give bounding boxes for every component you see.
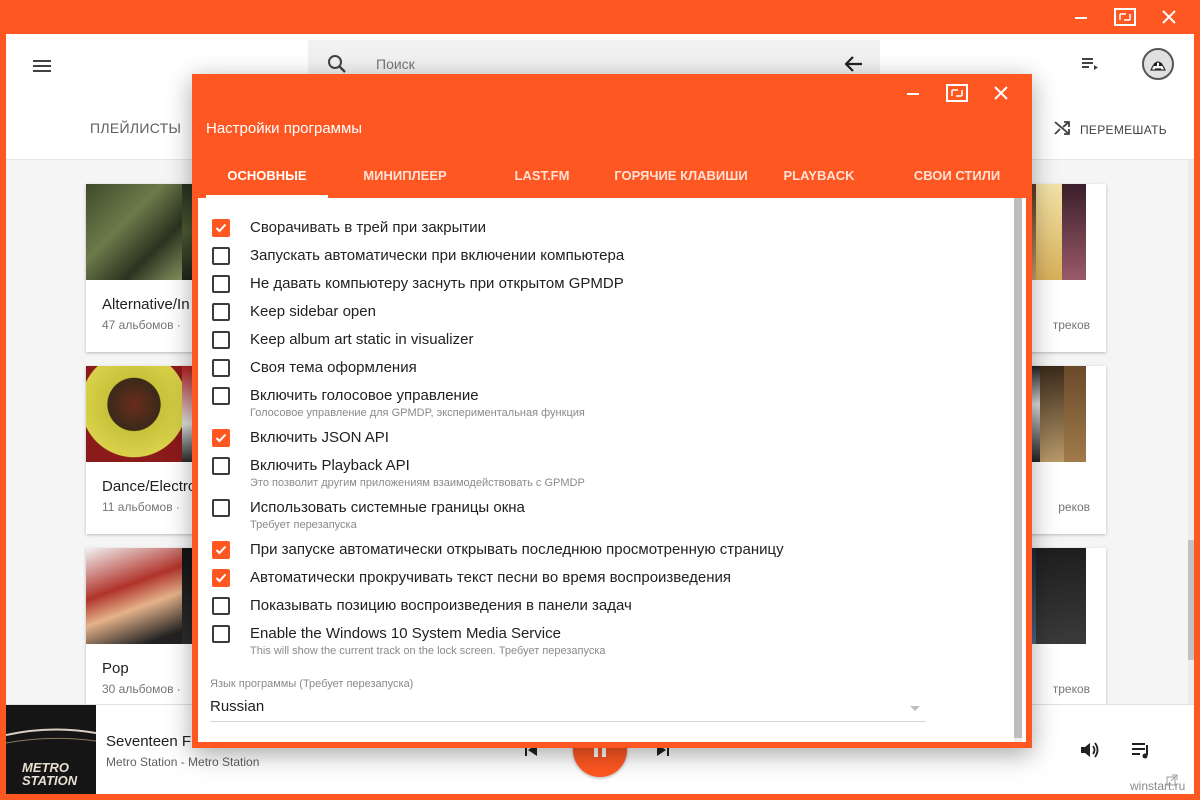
option-label: При запуске автоматически открывать посл… (250, 541, 784, 558)
checkbox[interactable] (212, 331, 230, 349)
option-prevent-sleep[interactable]: Не давать компьютеру заснуть при открыто… (212, 274, 624, 294)
minimize-button[interactable] (1066, 4, 1096, 30)
tab-miniplayer[interactable]: МИНИПЛЕЕР (342, 168, 468, 183)
maximize-button[interactable] (1110, 4, 1140, 30)
option-label: Keep sidebar open (250, 303, 376, 320)
option-hint: Голосовое управление для GPMDP, эксперим… (250, 407, 585, 419)
checkbox[interactable] (212, 429, 230, 447)
option-playback-api[interactable]: Включить Playback API Это позволит други… (212, 456, 585, 490)
option-json-api[interactable]: Включить JSON API (212, 428, 389, 448)
volume-icon[interactable] (1078, 739, 1100, 766)
search-input[interactable]: Поиск (376, 56, 415, 72)
main-scrollbar[interactable] (1188, 160, 1194, 720)
option-label: Не давать компьютеру заснуть при открыто… (250, 275, 624, 292)
track-title: Seventeen F (106, 733, 192, 750)
card-subtitle: 30 альбомов · (102, 682, 181, 696)
option-system-window-frame[interactable]: Использовать системные границы окна Треб… (212, 498, 525, 532)
language-value: Russian (210, 698, 265, 715)
checkbox[interactable] (212, 303, 230, 321)
dialog-close-button[interactable] (986, 80, 1016, 106)
checkbox[interactable] (212, 387, 230, 405)
option-label: Своя тема оформления (250, 359, 417, 376)
option-label: Сворачивать в трей при закрытии (250, 219, 486, 236)
card-title: Pop (102, 660, 129, 677)
settings-dialog: Настройки программы ОСНОВНЫЕ МИНИПЛЕЕР L… (192, 74, 1032, 748)
card-subtitle: 11 альбомов · (102, 500, 180, 514)
dialog-scrollbar-thumb[interactable] (1014, 198, 1022, 738)
option-hint: Требует перезапуска (250, 519, 357, 531)
checkbox[interactable] (212, 569, 230, 587)
dropdown-arrow-icon (910, 706, 920, 711)
card-subtitle: 47 альбомов · (102, 318, 181, 332)
tab-general[interactable]: ОСНОВНЫЕ (206, 168, 328, 183)
external-link-icon[interactable] (1166, 773, 1178, 791)
checkbox[interactable] (212, 219, 230, 237)
track-artist: Metro Station - Metro Station (106, 755, 260, 769)
option-label: Keep album art static in visualizer (250, 331, 474, 348)
option-label: Включить JSON API (250, 429, 389, 446)
card-title: Dance/Electro (102, 478, 197, 495)
option-custom-theme[interactable]: Своя тема оформления (212, 358, 417, 378)
main-scrollbar-thumb[interactable] (1188, 540, 1194, 660)
checkbox[interactable] (212, 275, 230, 293)
menu-icon[interactable] (30, 54, 54, 78)
language-select[interactable]: Russian (210, 694, 926, 722)
option-autoscroll-lyrics[interactable]: Автоматически прокручивать текст песни в… (212, 568, 731, 588)
tab-hotkeys[interactable]: ГОРЯЧИЕ КЛАВИШИ (606, 168, 756, 183)
option-system-media-service[interactable]: Enable the Windows 10 System Media Servi… (212, 624, 606, 658)
option-minimize-to-tray[interactable]: Сворачивать в трей при закрытии (212, 218, 486, 238)
checkbox[interactable] (212, 247, 230, 265)
settings-tabs: ОСНОВНЫЕ МИНИПЛЕЕР LAST.FM ГОРЯЧИЕ КЛАВИ… (192, 158, 1032, 198)
shuffle-label: ПЕРЕМЕШАТЬ (1080, 122, 1167, 137)
option-label: Показывать позицию воспроизведения в пан… (250, 597, 632, 614)
tab-playback[interactable]: PLAYBACK (762, 168, 876, 183)
shuffle-icon (1052, 118, 1072, 141)
option-label: Включить голосовое управление (250, 387, 479, 404)
checkbox[interactable] (212, 541, 230, 559)
checkbox[interactable] (212, 499, 230, 517)
shuffle-button[interactable]: ПЕРЕМЕШАТЬ (1052, 118, 1167, 141)
title-bar (0, 0, 1200, 34)
dialog-scrollbar[interactable] (1014, 198, 1022, 742)
card-subtitle: реков (1058, 500, 1090, 514)
card-subtitle: треков (1052, 682, 1090, 696)
option-hint: This will show the current track on the … (250, 645, 606, 657)
option-taskbar-progress[interactable]: Показывать позицию воспроизведения в пан… (212, 596, 632, 616)
queue-icon[interactable] (1080, 54, 1100, 79)
album-art-text: METRO STATION (22, 760, 78, 788)
checkbox[interactable] (212, 625, 230, 643)
close-button[interactable] (1154, 4, 1184, 30)
option-static-album-art[interactable]: Keep album art static in visualizer (212, 330, 473, 350)
language-caption: Язык программы (Требует перезапуска) (210, 678, 414, 690)
dialog-title: Настройки программы (206, 120, 363, 137)
tab-custom-styles[interactable]: СВОИ СТИЛИ (892, 168, 1022, 183)
avatar[interactable] (1142, 48, 1174, 80)
option-voice-control[interactable]: Включить голосовое управление Голосовое … (212, 386, 585, 420)
dialog-minimize-button[interactable] (898, 80, 928, 106)
checkbox[interactable] (212, 457, 230, 475)
option-keep-sidebar-open[interactable]: Keep sidebar open (212, 302, 376, 322)
option-label: Запускать автоматически при включении ко… (250, 247, 625, 264)
dialog-maximize-button[interactable] (942, 80, 972, 106)
player-album-art[interactable]: METRO STATION (6, 705, 96, 794)
nav-playlists-tab[interactable]: ПЛЕЙЛИСТЫ (90, 120, 181, 136)
settings-panel: Сворачивать в трей при закрытии Запускат… (198, 198, 1026, 742)
option-label: Использовать системные границы окна (250, 499, 525, 516)
option-label: Enable the Windows 10 System Media Servi… (250, 625, 561, 642)
option-restore-last-page[interactable]: При запуске автоматически открывать посл… (212, 540, 784, 560)
tab-lastfm[interactable]: LAST.FM (482, 168, 602, 183)
card-title: Alternative/In (102, 296, 190, 313)
option-label: Автоматически прокручивать текст песни в… (250, 569, 732, 586)
checkbox[interactable] (212, 359, 230, 377)
checkbox[interactable] (212, 597, 230, 615)
option-hint: Это позволит другим приложениям взаимоде… (250, 477, 585, 489)
card-subtitle: треков (1052, 318, 1090, 332)
option-autostart[interactable]: Запускать автоматически при включении ко… (212, 246, 624, 266)
playlist-queue-icon[interactable] (1130, 739, 1152, 766)
option-label: Включить Playback API (250, 457, 410, 474)
